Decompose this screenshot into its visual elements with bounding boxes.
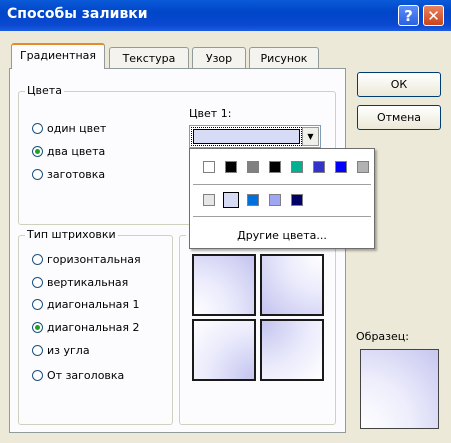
color-swatch[interactable]: [203, 194, 215, 206]
variant-1[interactable]: [192, 254, 256, 316]
tab-texture[interactable]: Текстура: [109, 47, 189, 70]
radio-dot: [32, 169, 43, 180]
help-button[interactable]: ?: [398, 5, 419, 26]
color-swatch[interactable]: [269, 194, 281, 206]
radio-dot: [32, 370, 43, 381]
radio-label: диагональная 1: [47, 298, 140, 311]
popup-separator: [193, 216, 371, 217]
radio-dot: [32, 322, 43, 333]
hatch-group-legend: Тип штриховки: [25, 228, 118, 241]
sample-preview: [360, 349, 439, 429]
cancel-button[interactable]: Отмена: [357, 105, 441, 130]
colors-group-legend: Цвета: [25, 84, 64, 97]
variant-4[interactable]: [260, 319, 324, 381]
radio-dot: [32, 254, 43, 265]
color-swatch[interactable]: [335, 161, 347, 173]
color-swatch[interactable]: [225, 161, 237, 173]
radio-one-color[interactable]: один цвет: [32, 122, 106, 135]
more-colors-link[interactable]: Другие цвета...: [190, 229, 374, 242]
radio-vertical[interactable]: вертикальная: [32, 276, 128, 289]
radio-label: диагональная 2: [47, 321, 140, 334]
popup-separator: [193, 184, 371, 185]
radio-dot: [32, 146, 43, 157]
radio-horizontal[interactable]: горизонтальная: [32, 253, 141, 266]
color-swatch-selected[interactable]: [223, 192, 239, 208]
color-swatch[interactable]: [313, 161, 325, 173]
color-swatch[interactable]: [203, 161, 215, 173]
variant-2[interactable]: [260, 254, 324, 316]
color-swatch[interactable]: [357, 161, 369, 173]
tab-pattern[interactable]: Узор: [192, 47, 246, 70]
color-popup: Другие цвета...: [189, 148, 375, 249]
radio-from-title[interactable]: От заголовка: [32, 369, 124, 382]
radio-label: горизонтальная: [47, 253, 141, 266]
radio-label: От заголовка: [47, 369, 125, 382]
radio-diagonal-1[interactable]: диагональная 1: [32, 298, 140, 311]
close-button[interactable]: ✕: [423, 5, 444, 26]
radio-two-colors[interactable]: два цвета: [32, 145, 105, 158]
variant-3[interactable]: [192, 319, 256, 381]
radio-dot: [32, 123, 43, 134]
radio-dot: [32, 277, 43, 288]
radio-diagonal-2[interactable]: диагональная 2: [32, 321, 140, 334]
ok-button[interactable]: ОК: [357, 72, 441, 97]
color1-combo[interactable]: ▼: [189, 125, 321, 148]
radio-preset[interactable]: заготовка: [32, 168, 105, 181]
color-swatch[interactable]: [291, 194, 303, 206]
chevron-down-icon[interactable]: ▼: [302, 127, 319, 146]
radio-label: один цвет: [47, 122, 107, 135]
radio-label: вертикальная: [47, 276, 129, 289]
color1-swatch: [191, 127, 302, 146]
radio-dot: [32, 299, 43, 310]
sample-label: Образец:: [356, 330, 409, 343]
window-title: Способы заливки: [7, 6, 148, 22]
radio-label: заготовка: [47, 168, 106, 181]
tab-picture[interactable]: Рисунок: [249, 47, 319, 70]
radio-from-corner[interactable]: из угла: [32, 344, 90, 357]
color-swatch[interactable]: [247, 194, 259, 206]
title-bar[interactable]: Способы заливки ? ✕: [0, 0, 451, 31]
radio-label: два цвета: [47, 145, 106, 158]
color-swatch[interactable]: [247, 161, 259, 173]
tab-gradient[interactable]: Градиентная: [11, 43, 105, 69]
radio-dot: [32, 345, 43, 356]
color-swatch[interactable]: [269, 161, 281, 173]
radio-label: из угла: [47, 344, 90, 357]
color-swatch[interactable]: [291, 161, 303, 173]
color1-label: Цвет 1:: [189, 107, 232, 120]
